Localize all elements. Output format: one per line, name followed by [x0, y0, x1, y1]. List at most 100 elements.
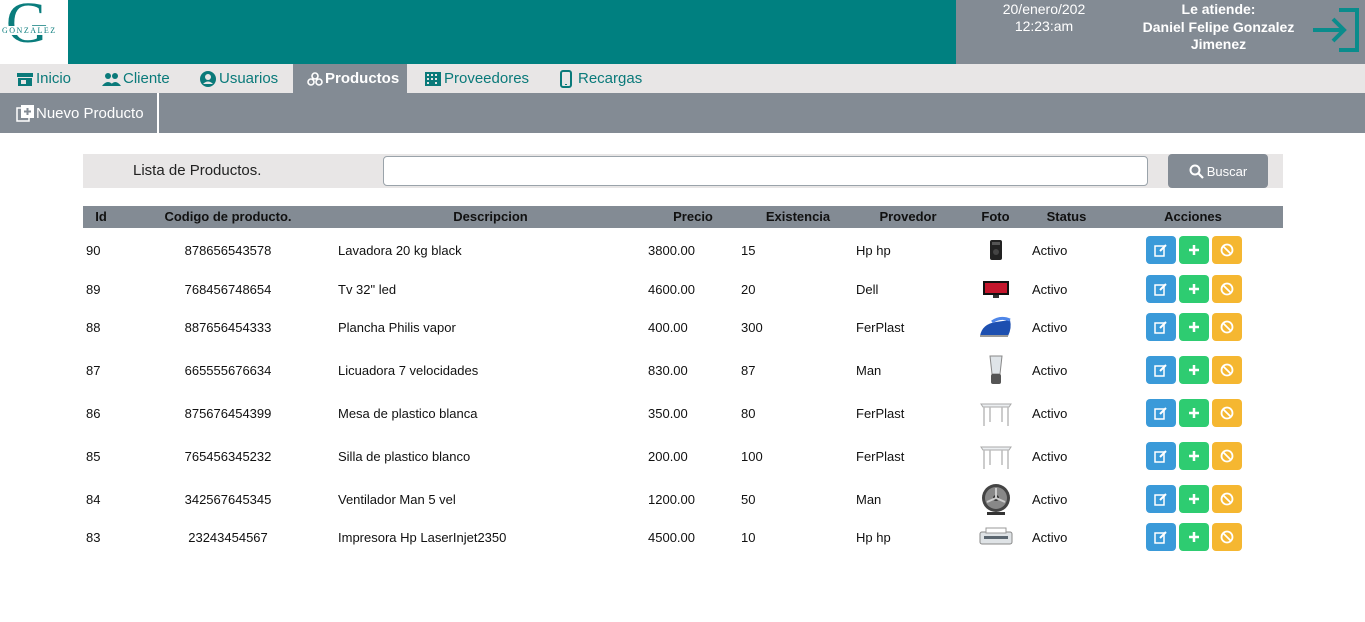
- cell-photo: [973, 438, 1018, 474]
- cell-supplier: Man: [856, 491, 882, 507]
- fan-icon: [978, 484, 1014, 515]
- disable-button[interactable]: [1212, 356, 1242, 384]
- cell-code: 768456748654: [184, 281, 272, 297]
- add-button[interactable]: [1179, 399, 1209, 427]
- add-button[interactable]: [1179, 275, 1209, 303]
- add-box-icon: [16, 105, 34, 122]
- printer-icon: [978, 522, 1014, 552]
- search-bar: Lista de Productos. Buscar: [83, 154, 1283, 188]
- cell-actions: [1146, 395, 1246, 431]
- cell-actions: [1146, 520, 1246, 554]
- table-row: 88 887656454333 Plancha Philis vapor 400.00…: [83, 309, 1283, 345]
- add-button[interactable]: [1179, 523, 1209, 551]
- disable-button[interactable]: [1212, 442, 1242, 470]
- search-icon: [1189, 164, 1204, 179]
- logout-icon[interactable]: [1311, 6, 1363, 54]
- disable-button[interactable]: [1212, 313, 1242, 341]
- cell-id: 85: [86, 448, 101, 464]
- edit-button[interactable]: [1146, 399, 1176, 427]
- cell-status: Activo: [1032, 362, 1068, 378]
- tab-cliente[interactable]: Cliente: [101, 64, 170, 93]
- store-icon: [17, 72, 33, 86]
- edit-button[interactable]: [1146, 442, 1176, 470]
- edit-button[interactable]: [1146, 485, 1176, 513]
- disable-button[interactable]: [1212, 399, 1242, 427]
- cell-description: Silla de plastico blanco: [338, 448, 471, 464]
- cell-code: 878656543578: [184, 242, 272, 258]
- plus-icon: [1188, 283, 1200, 295]
- edit-button[interactable]: [1146, 523, 1176, 551]
- tab-productos[interactable]: Productos: [293, 64, 407, 93]
- new-product-label: Nuevo Producto: [36, 104, 144, 122]
- people-icon: [102, 72, 121, 86]
- boxes-icon: [307, 71, 323, 86]
- table-row: 90 878656543578 Lavadora 20 kg black 3800.0…: [83, 233, 1283, 267]
- col-status: Status: [1046, 209, 1087, 224]
- user-circle-icon: [200, 70, 216, 87]
- col-price: Precio: [673, 209, 713, 224]
- add-button[interactable]: [1179, 485, 1209, 513]
- cell-status: Activo: [1032, 405, 1068, 421]
- cell-photo: [973, 481, 1018, 517]
- logo: G GONZALEZ: [0, 0, 68, 64]
- edit-button[interactable]: [1146, 236, 1176, 264]
- tab-label: Usuarios: [219, 70, 279, 87]
- add-button[interactable]: [1179, 236, 1209, 264]
- date-text: 20/enero/202: [1002, 1, 1086, 17]
- phone-icon: [560, 69, 572, 88]
- cell-stock: 300: [741, 319, 763, 335]
- plus-icon: [1188, 364, 1200, 376]
- cell-supplier: Hp hp: [856, 529, 891, 545]
- cell-actions: [1146, 233, 1246, 267]
- disable-button[interactable]: [1212, 236, 1242, 264]
- edit-button[interactable]: [1146, 356, 1176, 384]
- attendant-info: Le atiende: Daniel Felipe Gonzalez Jimen…: [1126, 1, 1311, 54]
- cell-actions: [1146, 272, 1246, 306]
- disable-button[interactable]: [1212, 275, 1242, 303]
- cell-status: Activo: [1032, 319, 1068, 335]
- col-stock: Existencia: [765, 209, 831, 224]
- col-id: Id: [95, 209, 107, 224]
- table-row: 86 875676454399 Mesa de plastico blanca 350…: [83, 395, 1283, 431]
- cell-supplier: Hp hp: [856, 242, 891, 258]
- new-product-button[interactable]: Nuevo Producto: [0, 93, 159, 133]
- table-row: 85 765456345232 Silla de plastico blanco 20…: [83, 438, 1283, 474]
- cell-stock: 10: [741, 529, 756, 545]
- tab-inicio[interactable]: Inicio: [16, 64, 71, 93]
- add-button[interactable]: [1179, 442, 1209, 470]
- table-row: 83 23243454567 Impresora Hp LaserInjet2350…: [83, 520, 1283, 554]
- edit-button[interactable]: [1146, 275, 1176, 303]
- cell-photo: [973, 395, 1018, 431]
- edit-button[interactable]: [1146, 313, 1176, 341]
- search-input[interactable]: [383, 156, 1148, 186]
- col-supplier: Provedor: [879, 209, 937, 224]
- tab-usuarios[interactable]: Usuarios: [199, 64, 278, 93]
- add-button[interactable]: [1179, 313, 1209, 341]
- edit-icon: [1154, 243, 1168, 257]
- list-title: Lista de Productos.: [133, 162, 262, 179]
- products-table: Id Codigo de producto. Descripcion Preci…: [83, 206, 1283, 228]
- cell-id: 90: [86, 242, 101, 258]
- tab-proveedores[interactable]: Proveedores: [424, 64, 529, 93]
- cell-id: 88: [86, 319, 101, 335]
- cell-price: 3800.00: [648, 242, 695, 258]
- table-row: 87 665555676634 Licuadora 7 velocidades 830…: [83, 352, 1283, 388]
- cell-stock: 50: [741, 491, 756, 507]
- cell-stock: 87: [741, 362, 756, 378]
- cell-code: 875676454399: [184, 405, 272, 421]
- cell-id: 83: [86, 529, 101, 545]
- add-button[interactable]: [1179, 356, 1209, 384]
- table-header: Id Codigo de producto. Descripcion Preci…: [83, 206, 1283, 228]
- disable-button[interactable]: [1212, 523, 1242, 551]
- cell-id: 86: [86, 405, 101, 421]
- col-actions: Acciones: [1164, 209, 1222, 224]
- cell-status: Activo: [1032, 529, 1068, 545]
- search-button[interactable]: Buscar: [1168, 154, 1268, 188]
- col-code: Codigo de producto.: [164, 209, 292, 224]
- edit-icon: [1154, 363, 1168, 377]
- cell-actions: [1146, 481, 1246, 517]
- cell-photo: [973, 520, 1018, 554]
- tab-recargas[interactable]: Recargas: [559, 64, 642, 93]
- disable-button[interactable]: [1212, 485, 1242, 513]
- search-button-label: Buscar: [1206, 163, 1248, 179]
